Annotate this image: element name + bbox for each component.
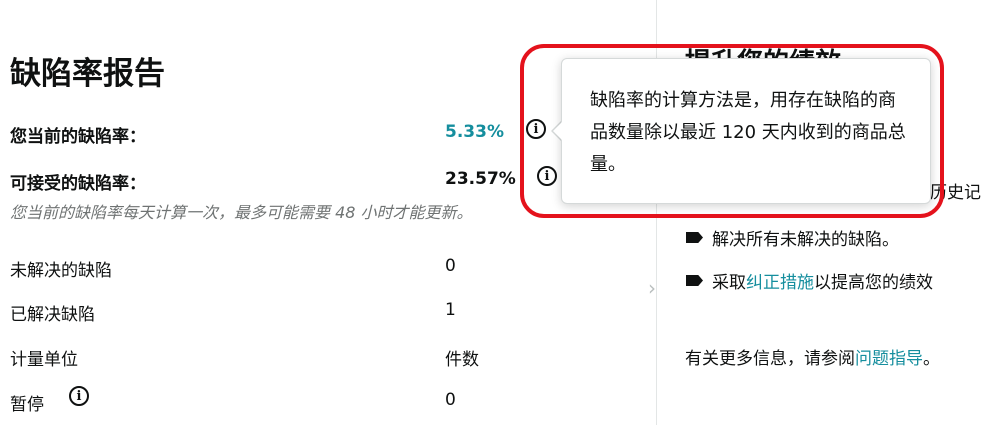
unresolved-defects-label: 未解决的缺陷 [10,261,112,281]
tag-bullet-icon [686,275,703,286]
info-icon-current-rate[interactable]: i [526,119,546,139]
bullet-corrective-action: 采取 纠正措施 以提高您的绩效 [686,268,933,293]
more-info-prefix: 有关更多信息，请参阅 [685,349,855,369]
resolved-defects-label: 已解决缺陷 [10,305,95,325]
suspended-value: 0 [445,390,456,410]
tag-bullet-icon [686,232,703,243]
resolved-defects-value: 1 [445,300,456,320]
current-rate-value: 5.33% [445,122,504,142]
bullet-prefix: 采取 [712,273,746,293]
acceptable-rate-label: 可接受的缺陷率： [10,174,146,194]
defect-rate-tooltip: 缺陷率的计算方法是，用存在缺陷的商品数量除以最近 120 天内收到的商品总量。 [561,58,931,204]
unit-of-measure-label: 计量单位 [10,350,78,370]
unresolved-defects-value: 0 [445,256,456,276]
info-icon-acceptable-rate[interactable]: i [537,166,557,186]
update-note: 您当前的缺陷率每天计算一次，最多可能需要 48 小时才能更新。 [10,203,473,222]
bullet-suffix: 以提高您的绩效 [814,273,933,293]
suspended-label: 暂停 [10,395,44,415]
corrective-action-link[interactable]: 纠正措施 [746,268,814,293]
issue-guidance-link[interactable]: 问题指导 [855,344,923,369]
unit-of-measure-value: 件数 [445,350,479,370]
more-info-suffix: 。 [923,349,940,369]
info-icon-suspended[interactable]: i [69,386,89,406]
tooltip-arrow-inner [553,121,563,141]
more-info-line: 有关更多信息，请参阅 问题指导 。 [685,344,940,369]
page-title: 缺陷率报告 [10,56,165,92]
acceptable-rate-value: 23.57% [445,169,516,189]
bullet-text: 解决所有未解决的缺陷。 [712,230,899,250]
chevron-right-icon[interactable]: › [648,276,656,300]
tooltip-text: 缺陷率的计算方法是，用存在缺陷的商品数量除以最近 120 天内收到的商品总量。 [590,90,906,175]
history-text-fragment: 历史记 [930,183,981,203]
bullet-resolve-defects: 解决所有未解决的缺陷。 [686,225,899,250]
current-rate-label: 您当前的缺陷率： [10,127,146,147]
